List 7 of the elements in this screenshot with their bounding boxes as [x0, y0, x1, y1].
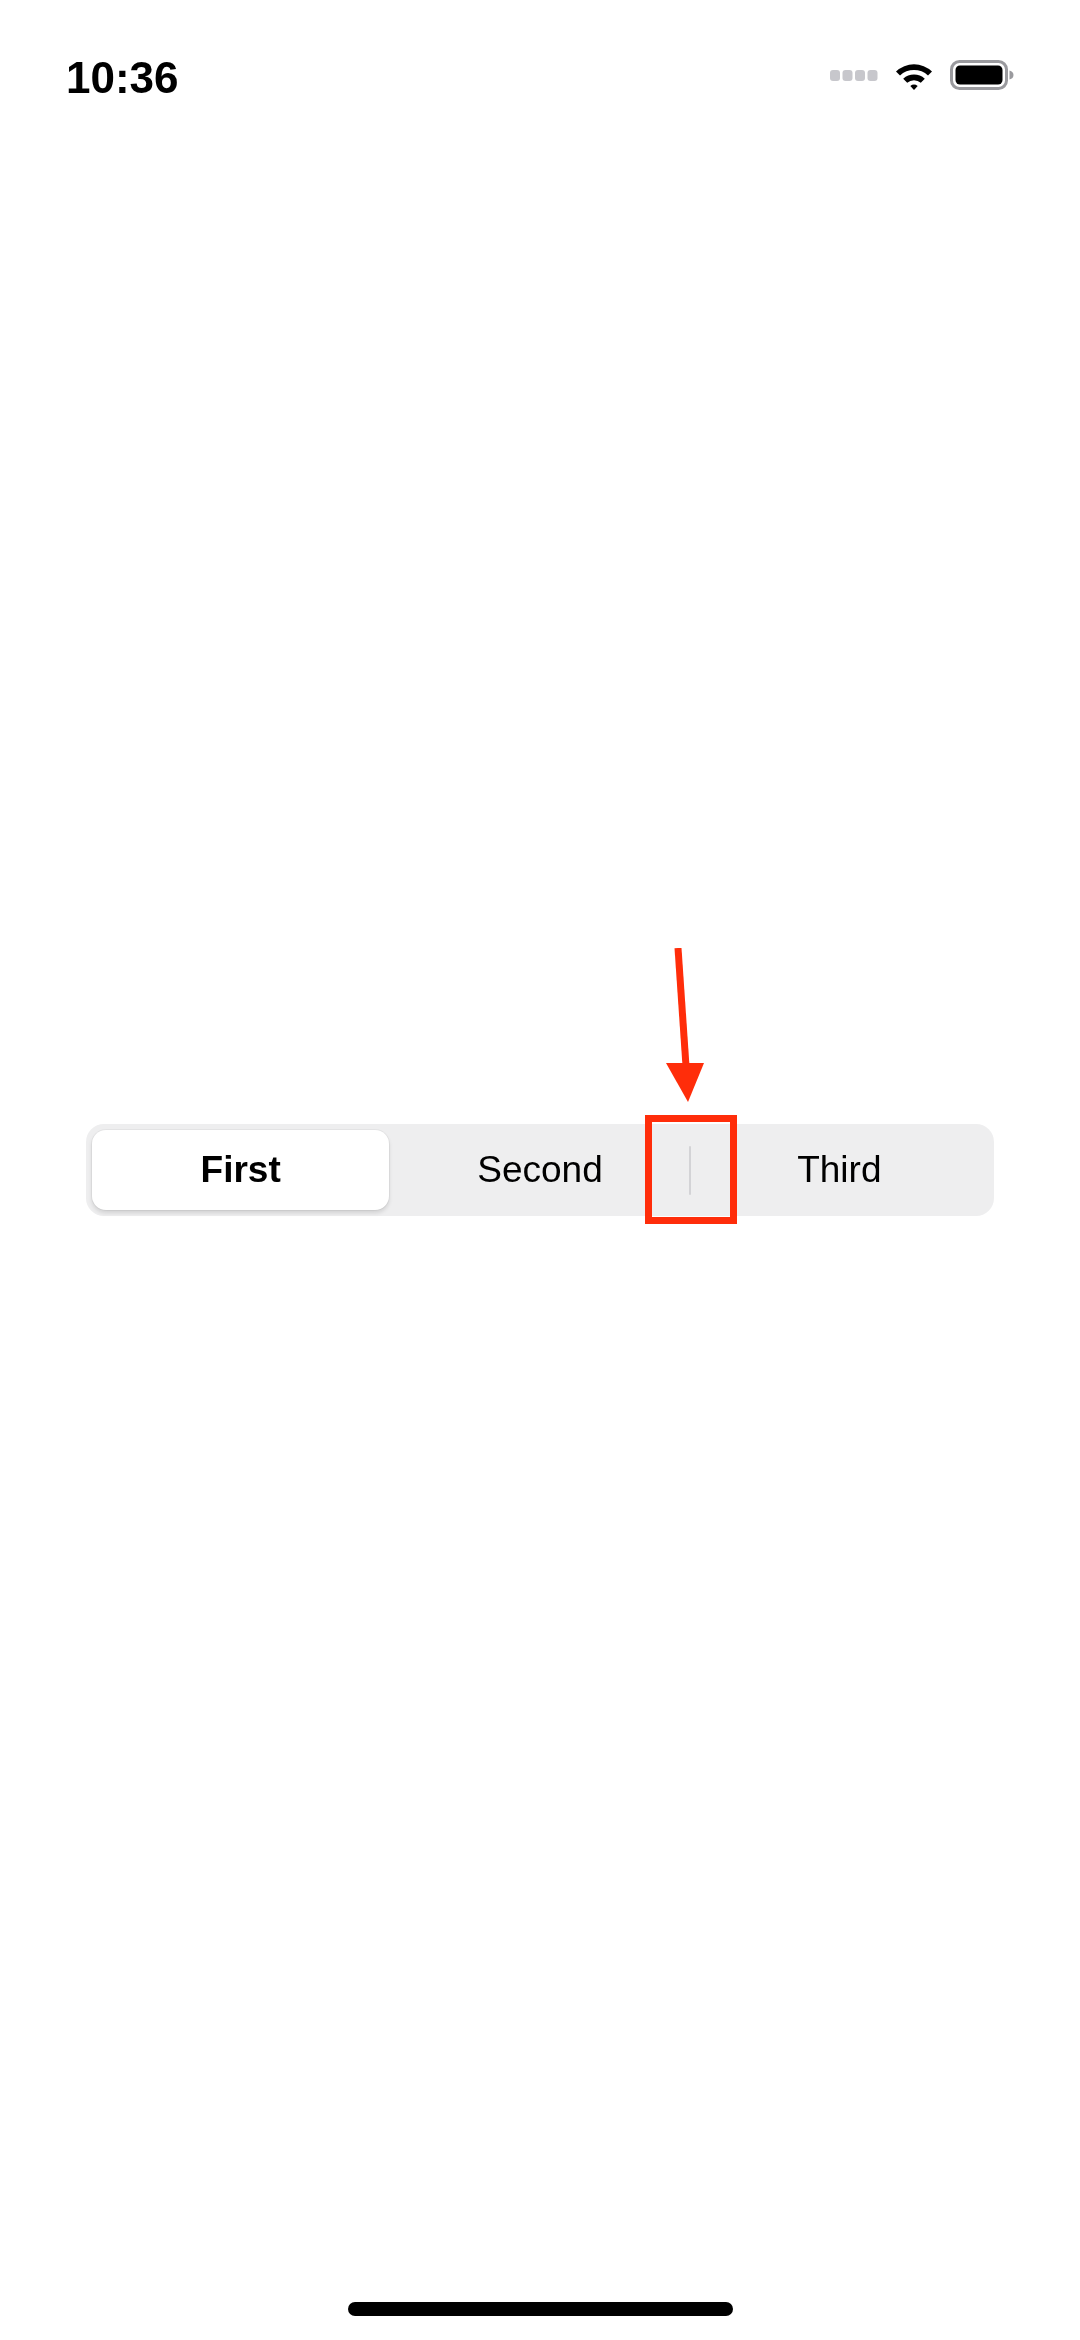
- segment-tab[interactable]: First: [92, 1130, 390, 1210]
- signal-icon: [830, 69, 878, 81]
- home-indicator[interactable]: [347, 2302, 733, 2316]
- status-time: 10:36: [66, 52, 179, 104]
- battery-icon: [950, 60, 1014, 90]
- segment-tab[interactable]: Second: [391, 1130, 689, 1210]
- segment-tab[interactable]: Third: [690, 1130, 988, 1210]
